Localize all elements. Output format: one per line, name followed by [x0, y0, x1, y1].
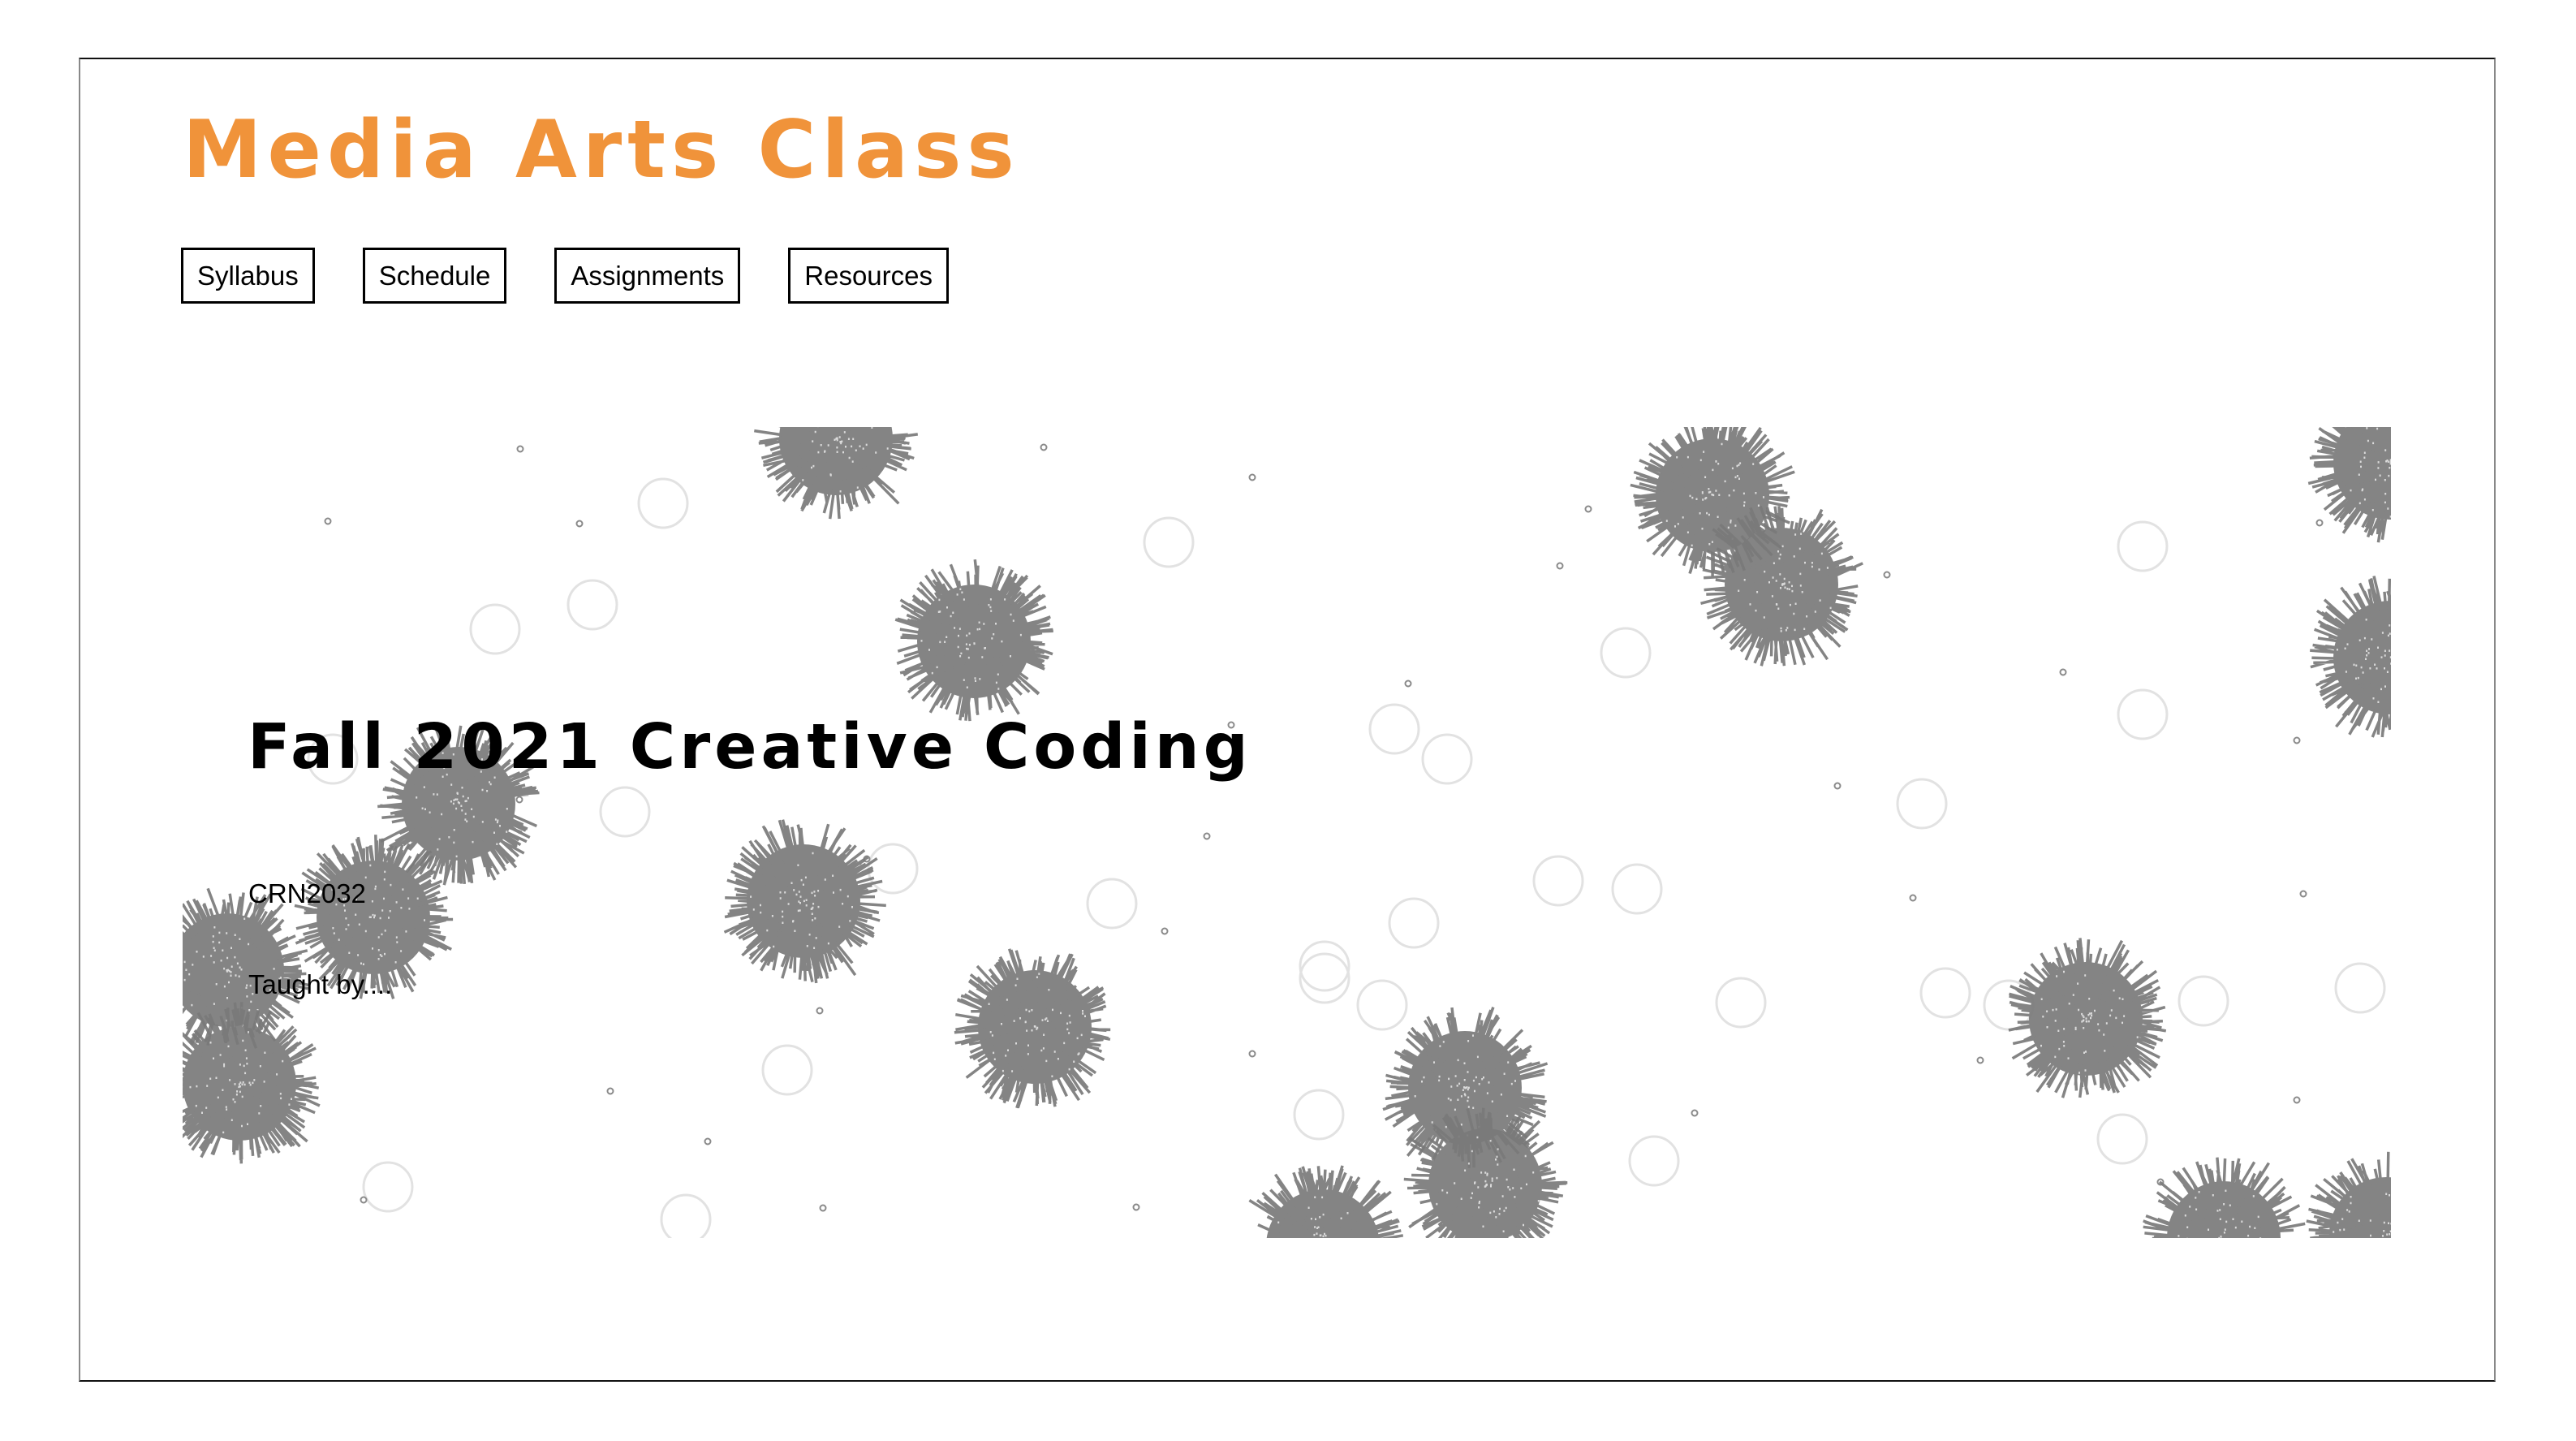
spiky-ball [377, 725, 540, 886]
bubble [1293, 1089, 1345, 1141]
dot [324, 517, 332, 525]
bubble [1896, 778, 1948, 830]
spiky-ball [1248, 1165, 1404, 1238]
spiky-ball [954, 948, 1111, 1109]
dot [1040, 443, 1048, 451]
spiky-ball [894, 559, 1053, 722]
sketch-drawing [183, 427, 2391, 1238]
bubble [2178, 975, 2229, 1027]
bubble [1143, 516, 1195, 568]
dot [360, 1196, 368, 1204]
bubble [1299, 940, 1350, 992]
dot [515, 796, 523, 804]
dot [2293, 736, 2301, 744]
bubble [599, 786, 651, 838]
dot [1976, 1056, 1984, 1064]
dot [1883, 571, 1891, 579]
dot [1227, 721, 1235, 729]
dot [1556, 562, 1564, 570]
main-nav: Syllabus Schedule Assignments Resources [181, 248, 949, 304]
dot [1248, 473, 1256, 481]
dot [2299, 890, 2307, 898]
bubble [2117, 688, 2169, 740]
bubble [867, 843, 919, 895]
bubble [1919, 967, 1971, 1019]
dot [1833, 782, 1842, 790]
dot [1161, 927, 1169, 935]
nav-syllabus-button[interactable]: Syllabus [181, 248, 315, 304]
dot [1909, 894, 1917, 902]
spiky-ball [723, 819, 886, 984]
bubble [1356, 979, 1408, 1031]
dot [516, 445, 524, 453]
nav-schedule-button[interactable]: Schedule [362, 248, 507, 304]
dot [1584, 505, 1592, 513]
dot [2315, 519, 2324, 527]
spiky-ball [2143, 1157, 2306, 1238]
bubble [1388, 897, 1440, 949]
bubble [2117, 520, 2169, 572]
site-title: Media Arts Class [183, 104, 1020, 196]
bubble [307, 733, 359, 785]
bubble [1600, 627, 1652, 679]
dot [2059, 668, 2067, 676]
bubble [637, 477, 689, 529]
spiky-ball [294, 835, 454, 999]
dot [1691, 1109, 1699, 1117]
bubble [1628, 1135, 1680, 1187]
bubble [469, 603, 521, 655]
nav-assignments-button[interactable]: Assignments [554, 248, 741, 304]
spiky-ball [2306, 1151, 2391, 1238]
bubble [1715, 977, 1767, 1029]
nav-resources-button[interactable]: Resources [788, 248, 949, 304]
bubble [1421, 733, 1473, 785]
bubble [1299, 952, 1350, 1004]
dot [1132, 1203, 1140, 1211]
dot [1404, 680, 1412, 688]
bubble [362, 1161, 414, 1213]
bubble [1611, 863, 1663, 915]
bubble [1086, 878, 1138, 930]
dot [575, 520, 584, 528]
generative-sketch-canvas[interactable]: Fall 2021 Creative Coding CRN2032 Taught… [183, 427, 2391, 1238]
spiky-ball [1700, 506, 1863, 667]
bubble [2334, 962, 2386, 1014]
bubble [761, 1044, 813, 1096]
dot [274, 723, 282, 731]
dot [606, 1087, 614, 1095]
bubble [1532, 855, 1584, 907]
bubble [660, 1193, 712, 1238]
dot [704, 1137, 712, 1145]
spiky-ball [754, 427, 919, 520]
spiky-ball [2310, 576, 2391, 738]
bubble [566, 579, 618, 631]
dot [1248, 1050, 1256, 1058]
bubble [2096, 1113, 2148, 1165]
bubble [1368, 703, 1420, 755]
dot [819, 1204, 827, 1212]
dot [1203, 832, 1211, 840]
spiky-ball [2008, 938, 2167, 1098]
dot [816, 1007, 824, 1015]
dot [2293, 1096, 2301, 1104]
